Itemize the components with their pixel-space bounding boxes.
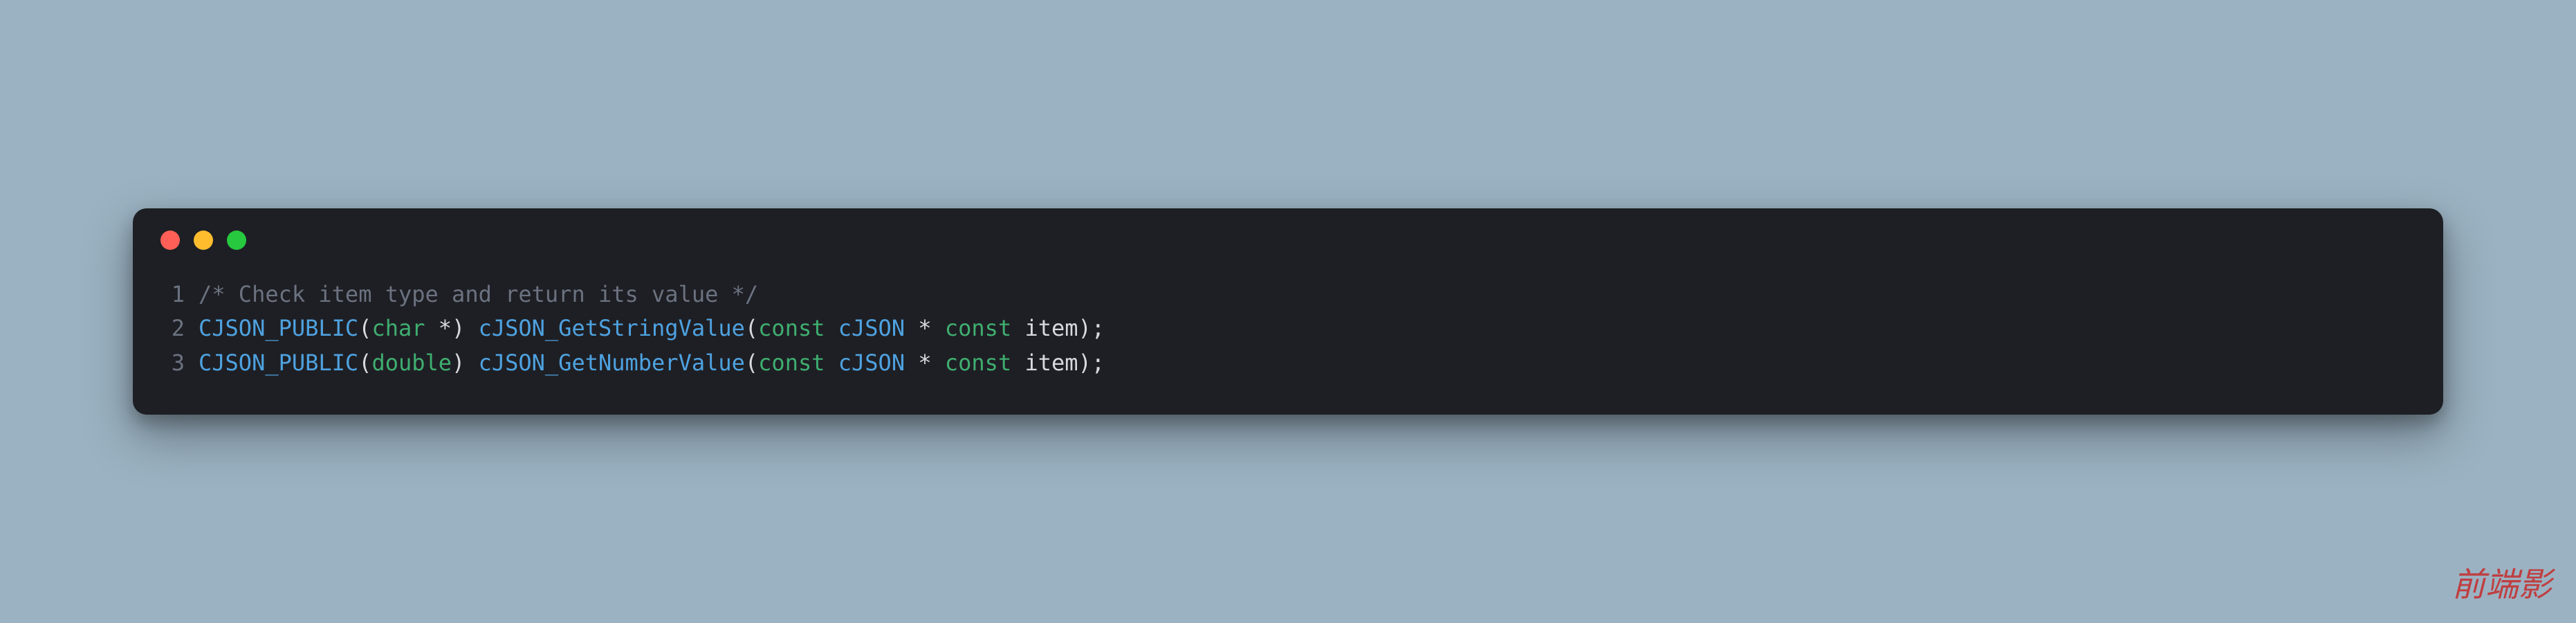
code-token: * (905, 315, 945, 341)
code-token: ( (745, 350, 758, 376)
window-titlebar (133, 208, 2443, 264)
code-token: cJSON_GetStringValue (479, 315, 745, 341)
line-number: 3 (160, 346, 199, 381)
code-token: ) (452, 350, 479, 376)
code-token: cJSON_GetNumberValue (479, 350, 745, 376)
code-token (825, 350, 838, 376)
code-token: item (1011, 350, 1078, 376)
code-token: ( (358, 315, 371, 341)
code-token: ); (1078, 350, 1105, 376)
code-token: cJSON (838, 350, 905, 376)
code-token: cJSON (838, 315, 905, 341)
code-token: ) (452, 315, 479, 341)
watermark-text: 前端影 (2452, 557, 2552, 606)
line-content: CJSON_PUBLIC(char *) cJSON_GetStringValu… (199, 312, 1105, 346)
line-content: CJSON_PUBLIC(double) cJSON_GetNumberValu… (199, 346, 1105, 381)
code-token: char (371, 315, 425, 341)
code-line: 2CJSON_PUBLIC(char *) cJSON_GetStringVal… (160, 312, 2416, 346)
code-token: const (758, 315, 825, 341)
close-icon[interactable] (160, 231, 180, 250)
code-token: ( (745, 315, 758, 341)
code-token: ( (358, 350, 371, 376)
minimize-icon[interactable] (194, 231, 213, 250)
code-line: 3CJSON_PUBLIC(double) cJSON_GetNumberVal… (160, 346, 2416, 381)
code-token: CJSON_PUBLIC (199, 350, 358, 376)
line-number: 2 (160, 312, 199, 346)
code-token: /* Check item type and return its value … (199, 281, 758, 307)
zoom-icon[interactable] (227, 231, 246, 250)
code-token: ); (1078, 315, 1105, 341)
code-token (825, 315, 838, 341)
code-token: const (758, 350, 825, 376)
code-token: double (371, 350, 452, 376)
code-token: const (945, 315, 1011, 341)
code-token: CJSON_PUBLIC (199, 315, 358, 341)
code-token: * (425, 315, 452, 341)
code-window: 1/* Check item type and return its value… (133, 208, 2443, 415)
code-line: 1/* Check item type and return its value… (160, 278, 2416, 312)
line-content: /* Check item type and return its value … (199, 278, 758, 312)
code-token: * (905, 350, 945, 376)
line-number: 1 (160, 278, 199, 312)
code-area[interactable]: 1/* Check item type and return its value… (133, 264, 2443, 415)
code-token: item (1011, 315, 1078, 341)
code-token: const (945, 350, 1011, 376)
